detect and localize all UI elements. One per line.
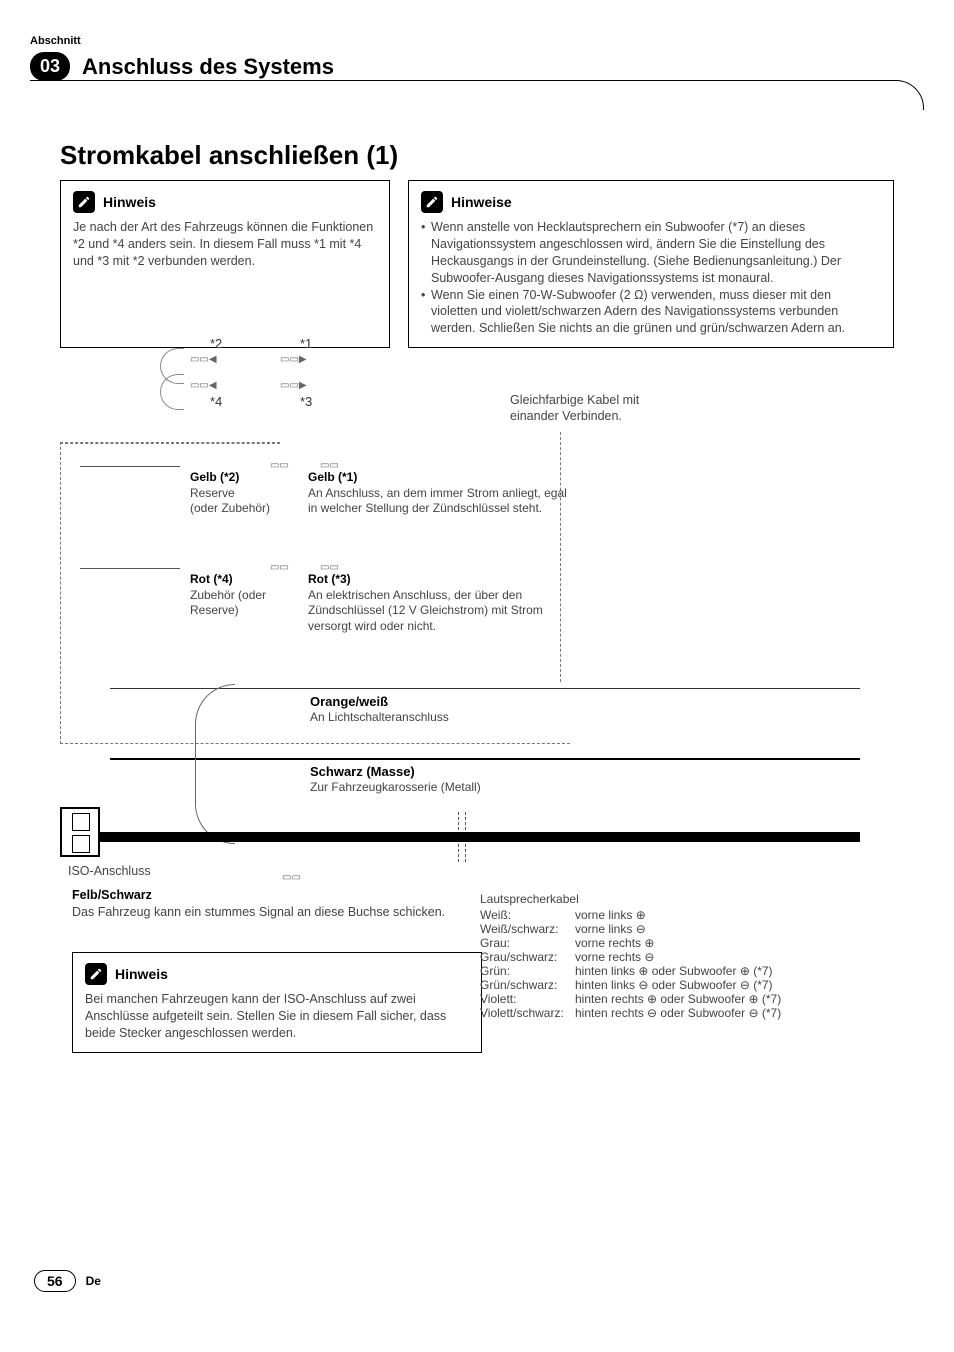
gelb-schwarz-body: Das Fahrzeug kann ein stummes Signal an … [72,904,452,920]
orange-title: Orange/weiß [310,694,388,709]
speaker-wire-table: Lautsprecherkabel Weiß:vorne links ⊕ Wei… [480,892,781,1020]
page-number: 56 [34,1270,76,1292]
sp-c: Grün: [480,964,575,978]
gelb-schwarz-block: Felb/Schwarz Das Fahrzeug kann ein stumm… [72,888,452,920]
gelb2-l2: (oder Zubehör) [190,501,270,515]
sp-d: vorne rechts ⊕ [575,936,654,950]
wire-bundle-icon [195,684,235,844]
note3-title: Hinweis [115,966,168,982]
speaker-header: Lautsprecherkabel [480,892,781,906]
schwarz-title: Schwarz (Masse) [310,764,415,779]
pencil-icon [85,963,107,985]
wiring-diagram: *2 *1 ▭▭◀ ▭▭▶ *4 *3 ▭▭◀ ▭▭▶ Gleichfarbig… [60,372,894,1172]
connector-icon: ▭▭◀ [190,354,217,365]
dashed-region [60,442,280,444]
connector-icon: ▭▭◀ [190,380,217,391]
note-box-3: Hinweis Bei manchen Fahrzeugen kann der … [72,952,482,1053]
wire-schwarz: Schwarz (Masse) Zur Fahrzeugkarosserie (… [310,764,710,794]
sp-c: Weiß/schwarz: [480,922,575,936]
pencil-icon [421,191,443,213]
section-label: Abschnitt [30,35,81,47]
ref-2: *2 [210,336,222,351]
connector-icon: ▭▭ [320,562,339,573]
sp-c: Grün/schwarz: [480,978,575,992]
schwarz-l1: Zur Fahrzeugkarosserie (Metall) [310,780,481,794]
rot4-title: Rot (*4) [190,572,233,586]
connector-icon: ▭▭▶ [280,380,307,391]
gelb2-l1: Reserve [190,486,235,500]
note1-body: Je nach der Art des Fahrzeugs können die… [73,219,377,270]
gelb-schwarz-title: Felb/Schwarz [72,888,452,902]
main-title: Stromkabel anschließen (1) [60,140,398,171]
note-box-2: Hinweise •Wenn anstelle von Hecklautspre… [408,180,894,348]
wire-rot: ▭▭ ▭▭ Rot (*4) Zubehör (oder Reserve) Ro… [190,572,580,634]
section-title: Anschluss des Systems [82,54,334,80]
rot4-l1: Zubehör (oder Reserve) [190,588,266,618]
sp-c: Weiß: [480,908,575,922]
note2-item-0: Wenn anstelle von Hecklautsprechern ein … [431,219,881,287]
sp-c: Violett/schwarz: [480,1006,575,1020]
rot3-l1: An elektrischen Anschluss, der über den … [308,588,543,633]
pencil-icon [73,191,95,213]
sp-d: hinten links ⊖ oder Subwoofer ⊖ (*7) [575,978,773,992]
note3-body: Bei manchen Fahrzeugen kann der ISO-Ansc… [85,991,469,1042]
connector-icon: ▭▭ [282,872,301,883]
sp-d: hinten rechts ⊕ oder Subwoofer ⊕ (*7) [575,992,781,1006]
sp-c: Violett: [480,992,575,1006]
match-color-label: Gleichfarbige Kabel mit einander Verbind… [510,392,680,425]
note2-title: Hinweise [451,194,512,210]
gelb1-title: Gelb (*1) [308,470,357,484]
connector-icon: ▭▭ [270,562,289,573]
connector-icon: ▭▭ [320,460,339,471]
page-footer: 56 De [34,1270,101,1292]
note2-item-1: Wenn Sie einen 70-W-Subwoofer (2 Ω) verw… [431,287,881,338]
note-box-1: Hinweis Je nach der Art des Fahrzeugs kö… [60,180,390,348]
sp-c: Grau: [480,936,575,950]
ref-1: *1 [300,336,312,351]
note2-list: •Wenn anstelle von Hecklautsprechern ein… [421,219,881,337]
section-number-badge: 03 [30,52,70,81]
header-rule [30,80,924,110]
sp-d: hinten rechts ⊖ oder Subwoofer ⊖ (*7) [575,1006,781,1020]
orange-l1: An Lichtschalteranschluss [310,710,449,724]
top-notes-row: Hinweis Je nach der Art des Fahrzeugs kö… [60,180,894,348]
sp-c: Grau/schwarz: [480,950,575,964]
wire-curve-icon [160,374,184,410]
sp-d: vorne links ⊖ [575,922,646,936]
wire-orange: Orange/weiß An Lichtschalteranschluss [310,694,710,724]
sp-d: vorne rechts ⊖ [575,950,654,964]
gelb1-l1: An Anschluss, an dem immer Strom anliegt… [308,486,567,516]
gelb2-title: Gelb (*2) [190,470,239,484]
ref-4: *4 [210,394,222,409]
rot3-title: Rot (*3) [308,572,351,586]
page-content: Hinweis Je nach der Art des Fahrzeugs kö… [60,180,894,1172]
connector-icon: ▭▭▶ [280,354,307,365]
speaker-cable-bundle [90,832,860,842]
wire-gelb: ▭▭ ▭▭ Gelb (*2) Reserve (oder Zubehör) G… [190,470,570,517]
language-code: De [86,1274,101,1288]
ref-3: *3 [300,394,312,409]
section-header: 03 Anschluss des Systems [30,52,924,81]
iso-connector-icon [60,807,100,857]
note1-title: Hinweis [103,194,156,210]
connector-icon: ▭▭ [270,460,289,471]
iso-label: ISO-Anschluss [68,864,151,878]
sp-d: hinten links ⊕ oder Subwoofer ⊕ (*7) [575,964,773,978]
sp-d: vorne links ⊕ [575,908,646,922]
